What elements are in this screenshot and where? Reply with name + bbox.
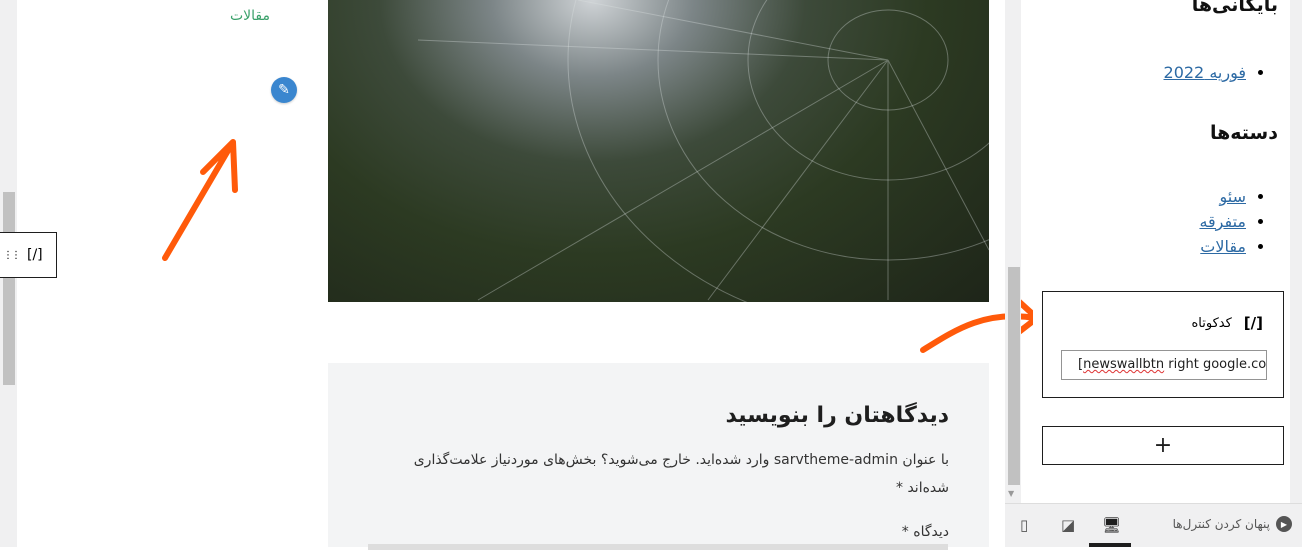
shortcode-icon[interactable]: [/]	[27, 247, 43, 263]
archives-heading: بایگانی‌ها	[1191, 0, 1278, 16]
preview-footer: ▯ ◪ 🖥 ▶ پنهان کردن کنترل‌ها	[1005, 503, 1302, 547]
comment-title: دیدگاهتان را بنویسید	[725, 403, 949, 428]
hide-controls-label: پنهان کردن کنترل‌ها	[1172, 517, 1270, 531]
shortcode-input[interactable]: [newswallbtn right google.com]	[1061, 350, 1267, 380]
add-block-button[interactable]: +	[1042, 426, 1284, 465]
mobile-preview-icon[interactable]: ▯	[1020, 516, 1028, 534]
scroll-down-icon[interactable]: ▼	[1008, 489, 1014, 498]
comment-label: دیدگاه *	[901, 524, 949, 540]
shortcode-args: right google.com]	[1168, 357, 1267, 372]
shortcode-name: newswallbtn	[1083, 357, 1165, 372]
shortcode-icon: [/]	[1243, 314, 1263, 332]
left-scrollbar[interactable]	[3, 192, 15, 385]
annotation-arrow-up	[162, 139, 238, 261]
list-item: سئو	[1199, 184, 1247, 209]
category-link[interactable]: سئو	[1220, 187, 1247, 206]
categories-heading: دسته‌ها	[1209, 122, 1278, 144]
block-toolbar[interactable]: ⋮⋮ [/]	[0, 232, 57, 278]
editor-scrollbar-thumb[interactable]	[1008, 267, 1020, 485]
play-icon: ▶	[1276, 516, 1292, 532]
active-device-indicator	[1089, 543, 1131, 547]
desktop-preview-icon[interactable]: 🖥	[1102, 516, 1121, 534]
shortcode-block[interactable]: [/] کدکوتاه [newswallbtn right google.co…	[1042, 291, 1284, 398]
archive-link[interactable]: فوریه 2022	[1164, 63, 1246, 82]
categories-list: سئو متفرقه مقالات	[1199, 184, 1272, 259]
hide-controls-button[interactable]: ▶ پنهان کردن کنترل‌ها	[1173, 516, 1292, 532]
post-category-link[interactable]: مقالات	[200, 8, 270, 24]
shortcode-label: کدکوتاه	[1191, 315, 1232, 331]
category-link[interactable]: مقالات	[1200, 237, 1246, 256]
list-item: فوریه 2022	[1164, 60, 1246, 85]
spiderweb-image	[417, 0, 989, 302]
category-link[interactable]: متفرقه	[1199, 212, 1246, 231]
shortcode-block-header: [/] کدکوتاه	[1191, 314, 1263, 332]
comment-form: دیدگاهتان را بنویسید با عنوان sarvtheme-…	[328, 363, 989, 547]
drag-handle-icon[interactable]: ⋮⋮	[3, 250, 21, 261]
archives-list: فوریه 2022	[1164, 60, 1272, 85]
panel-gutter	[1290, 0, 1302, 503]
tablet-preview-icon[interactable]: ◪	[1061, 516, 1075, 534]
list-item: متفرقه	[1199, 209, 1246, 234]
annotation-arrow-right	[920, 295, 1040, 353]
edit-pencil-icon[interactable]: ✎	[271, 77, 297, 103]
logged-in-notice: با عنوان sarvtheme-admin وارد شده‌اید. خ…	[413, 452, 949, 496]
featured-image	[328, 0, 989, 302]
comment-textarea[interactable]	[368, 544, 948, 550]
list-item: مقالات	[1199, 234, 1246, 259]
